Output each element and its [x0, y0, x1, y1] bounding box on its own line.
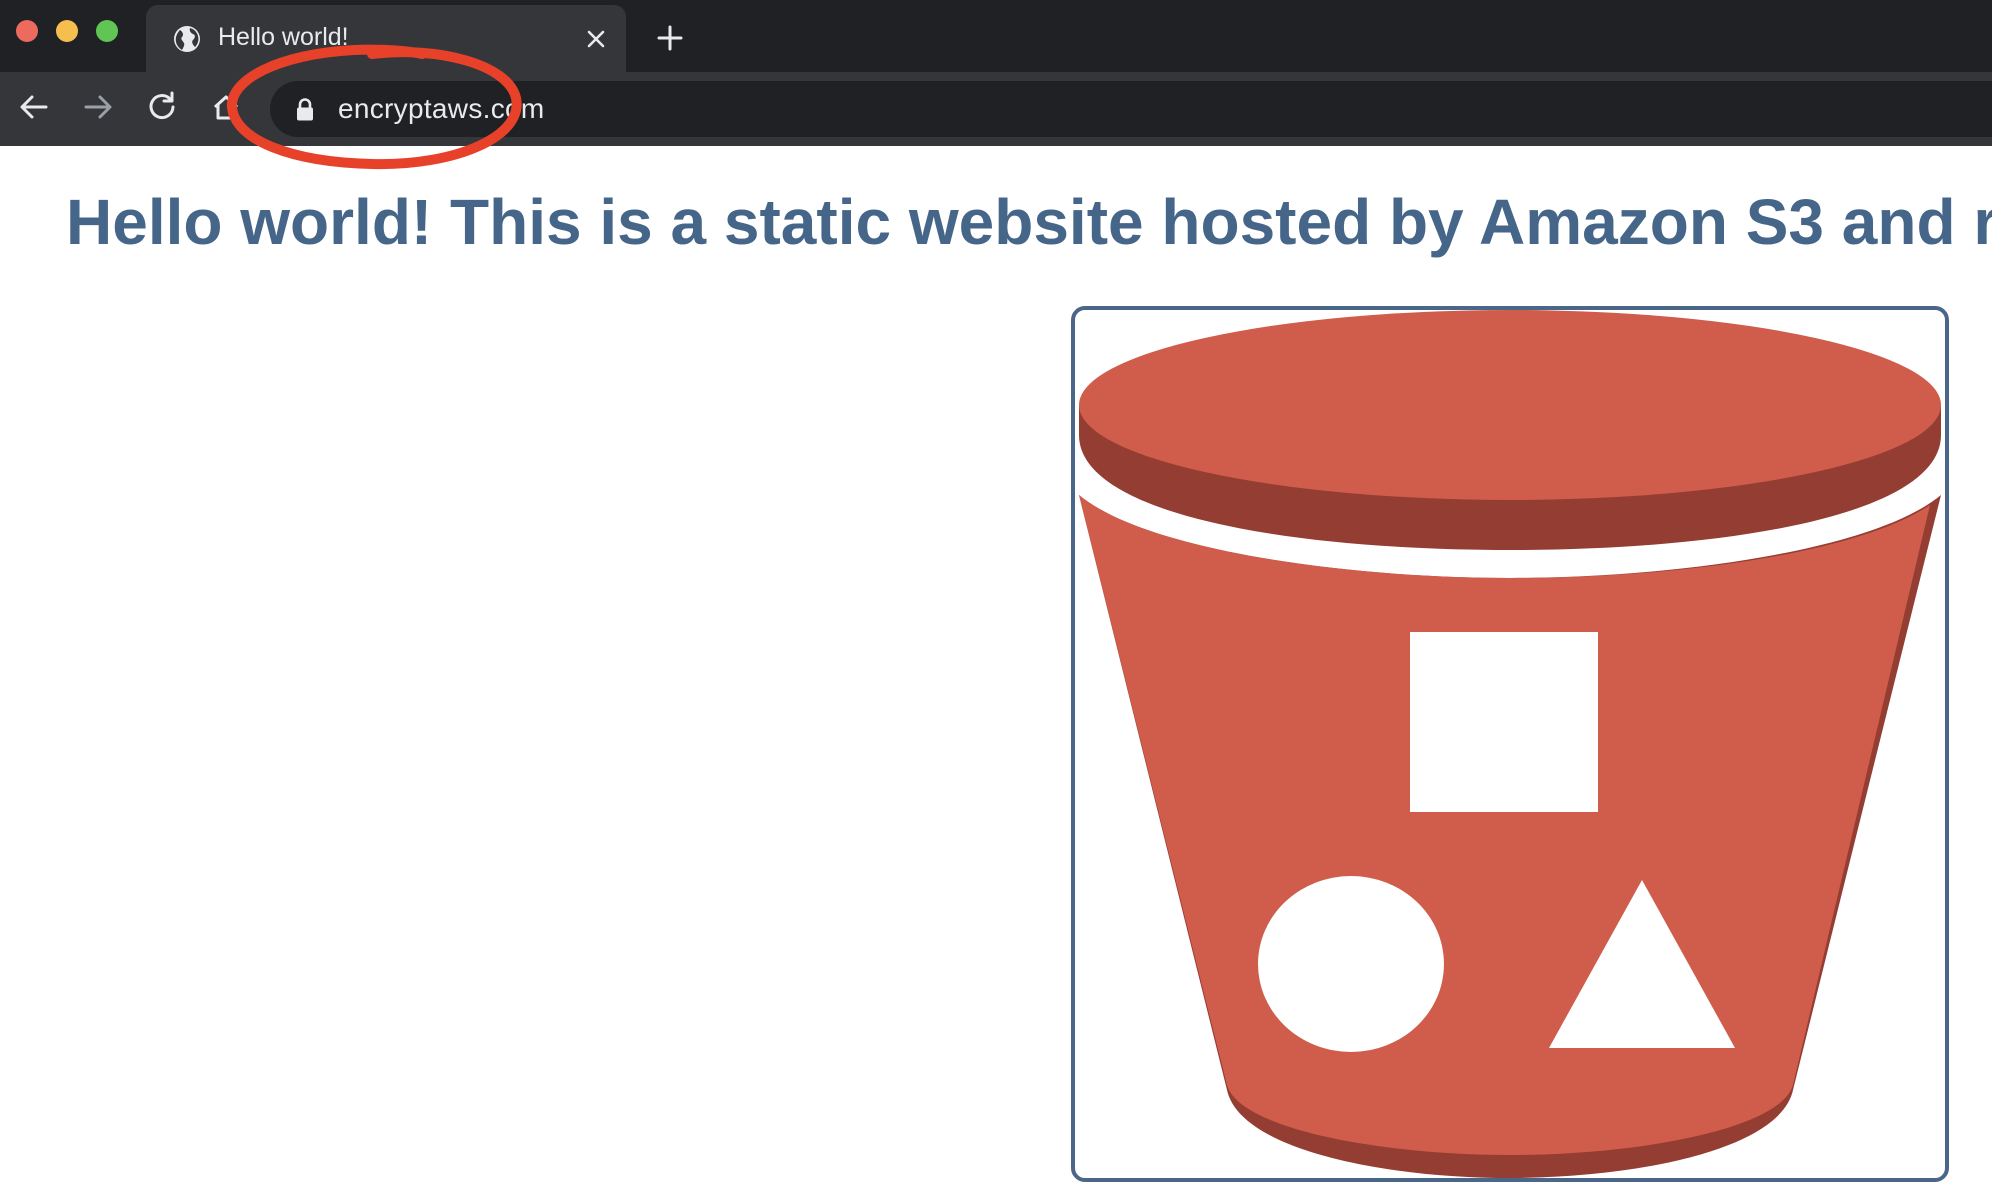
- globe-icon: [174, 26, 200, 52]
- amazon-s3-bucket-icon: [1079, 310, 1941, 1178]
- plus-icon[interactable]: [652, 20, 688, 56]
- url-text[interactable]: encryptaws.com: [338, 93, 545, 125]
- window-minimize-button[interactable]: [56, 20, 78, 42]
- address-bar[interactable]: encryptaws.com: [270, 81, 1992, 137]
- reload-icon[interactable]: [144, 89, 180, 125]
- page-heading: Hello world! This is a static website ho…: [66, 186, 1992, 258]
- close-icon[interactable]: [580, 23, 612, 55]
- arrow-right-icon[interactable]: [80, 89, 116, 125]
- lock-icon: [297, 98, 313, 121]
- tab-title: Hello world!: [218, 23, 349, 51]
- arrow-left-icon[interactable]: [16, 89, 52, 125]
- window-close-button[interactable]: [16, 20, 38, 42]
- home-icon[interactable]: [208, 89, 244, 125]
- browser-titlebar: Hello world!: [0, 0, 1992, 72]
- browser-toolbar: encryptaws.com: [0, 72, 1992, 146]
- s3-bucket-image: [1071, 306, 1949, 1182]
- browser-tab[interactable]: Hello world!: [146, 5, 626, 72]
- window-maximize-button[interactable]: [96, 20, 118, 42]
